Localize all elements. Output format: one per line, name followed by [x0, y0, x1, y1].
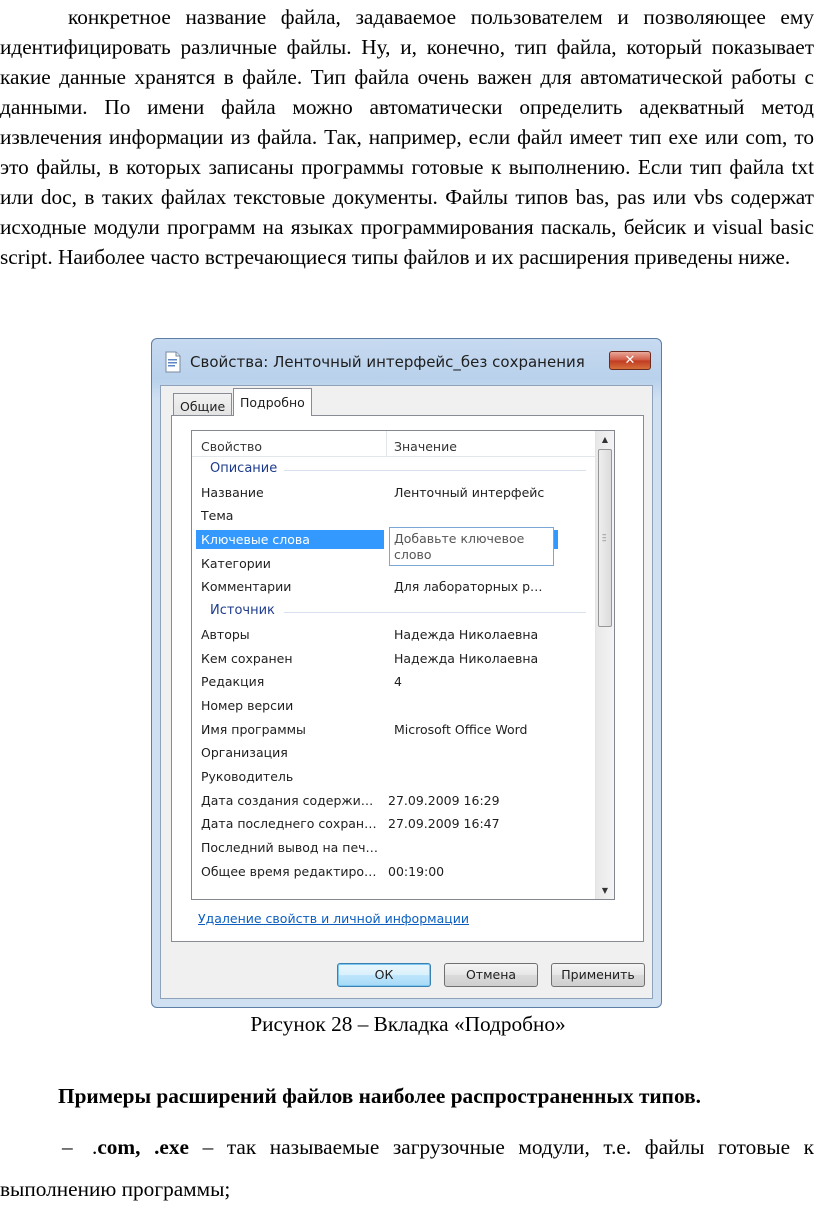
property-name: Общее время редактиро… — [201, 863, 377, 879]
property-name: Номер версии — [201, 697, 294, 713]
body-paragraph: конкретное название файла, задаваемое по… — [0, 5, 814, 269]
property-name: Редакция — [201, 674, 265, 690]
figure-caption: Рисунок 28 – Вкладка «Подробно» — [250, 1012, 566, 1036]
property-value: Надежда Николаевна — [394, 626, 539, 642]
group-source: Источник — [192, 599, 596, 623]
ok-button[interactable]: ОК — [337, 963, 431, 987]
property-value: Надежда Николаевна — [394, 650, 539, 666]
extension-names: com, .exe — [97, 1135, 189, 1159]
properties-grid[interactable]: Свойство Значение Описание Название Лент… — [191, 430, 615, 900]
table-row[interactable]: Название Ленточный интерфейс — [192, 481, 596, 505]
grip-icon: – – – — [602, 530, 607, 546]
apply-button[interactable]: Применить — [551, 963, 645, 987]
group-label: Описание — [210, 461, 278, 476]
property-name: Комментарии — [201, 579, 292, 595]
property-value: 4 — [394, 674, 402, 690]
details-panel: Свойство Значение Описание Название Лент… — [171, 415, 644, 942]
property-name: Тема — [201, 508, 234, 524]
section-heading: Примеры расширений файлов наиболее распр… — [58, 1084, 701, 1108]
property-name: Кем сохранен — [201, 650, 293, 666]
table-row[interactable]: Авторы Надежда Николаевна — [192, 623, 596, 647]
table-row[interactable]: Последний вывод на печ… — [192, 836, 596, 860]
tab-details[interactable]: Подробно — [233, 388, 312, 416]
close-button[interactable]: ✕ — [609, 351, 651, 370]
remove-properties-link[interactable]: Удаление свойств и личной информации — [198, 911, 469, 926]
group-divider — [284, 470, 586, 471]
property-name: Последний вывод на печ… — [201, 840, 379, 855]
grid-rows: Описание Название Ленточный интерфейс Те… — [192, 457, 596, 883]
scroll-down-arrow-icon[interactable]: ▼ — [596, 882, 614, 899]
table-row[interactable]: Общее время редактиро… 00:19:00 — [192, 860, 596, 884]
table-row[interactable]: Кем сохранен Надежда Николаевна — [192, 647, 596, 671]
property-name: Категории — [201, 555, 271, 571]
property-name: Дата создания содержи… — [201, 792, 374, 808]
keywords-input[interactable]: Добавьте ключевое слово — [389, 527, 554, 567]
property-name: Руководитель — [201, 768, 294, 784]
property-value: 27.09.2009 16:47 — [388, 816, 500, 832]
grid-header: Свойство Значение — [192, 431, 596, 457]
property-value: 00:19:00 — [388, 863, 445, 879]
property-name: Организация — [201, 745, 288, 761]
table-row[interactable]: Дата создания содержи… 27.09.2009 16:29 — [192, 789, 596, 813]
dialog-titlebar[interactable]: Свойства: Ленточный интерфейс_без сохран… — [152, 339, 661, 387]
tab-general[interactable]: Общие — [173, 393, 233, 415]
column-header-property[interactable]: Свойство — [201, 439, 262, 454]
column-separator[interactable] — [386, 431, 387, 457]
column-header-value[interactable]: Значение — [394, 439, 457, 454]
scroll-thumb[interactable]: – – – — [598, 449, 612, 627]
property-name: Дата последнего сохран… — [201, 816, 377, 832]
dialog-client: Общие Подробно Свойство Значение Описани… — [160, 385, 653, 999]
property-value: Для лабораторных р… — [394, 579, 543, 595]
table-row[interactable]: Комментарии Для лабораторных р… — [192, 575, 596, 599]
property-name: Название — [201, 484, 264, 500]
property-name: Авторы — [201, 626, 250, 642]
property-value: Ленточный интерфейс — [394, 484, 545, 500]
table-row-selected[interactable]: Ключевые слова Добавьте ключевое слово — [192, 527, 596, 567]
properties-dialog: Свойства: Ленточный интерфейс_без сохран… — [151, 338, 662, 1008]
cancel-button[interactable]: Отмена — [444, 963, 538, 987]
dialog-title: Свойства: Ленточный интерфейс_без сохран… — [190, 353, 585, 371]
group-label: Источник — [210, 603, 275, 619]
group-description: Описание — [192, 457, 596, 481]
close-icon: ✕ — [624, 353, 636, 368]
table-row[interactable]: Организация — [192, 741, 596, 765]
table-row[interactable]: Руководитель — [192, 765, 596, 789]
list-item: – .com, .exe – так называемые загрузочные… — [0, 1126, 814, 1210]
table-row[interactable]: Номер версии — [192, 694, 596, 718]
property-value: Microsoft Office Word — [394, 721, 528, 737]
property-name: Имя программы — [201, 721, 306, 737]
vertical-scrollbar[interactable]: ▲ – – – ▼ — [595, 431, 614, 899]
group-divider — [284, 612, 586, 614]
scroll-up-arrow-icon[interactable]: ▲ — [596, 431, 614, 448]
table-row[interactable]: Имя программы Microsoft Office Word — [192, 718, 596, 742]
property-value: 27.09.2009 16:29 — [388, 792, 500, 808]
property-name: Ключевые слова — [196, 530, 384, 550]
table-row[interactable]: Тема — [192, 504, 596, 528]
table-row[interactable]: Редакция 4 — [192, 670, 596, 694]
table-row[interactable]: Дата последнего сохран… 27.09.2009 16:47 — [192, 812, 596, 836]
document-icon — [165, 351, 181, 373]
list-dash: – — [62, 1135, 73, 1159]
